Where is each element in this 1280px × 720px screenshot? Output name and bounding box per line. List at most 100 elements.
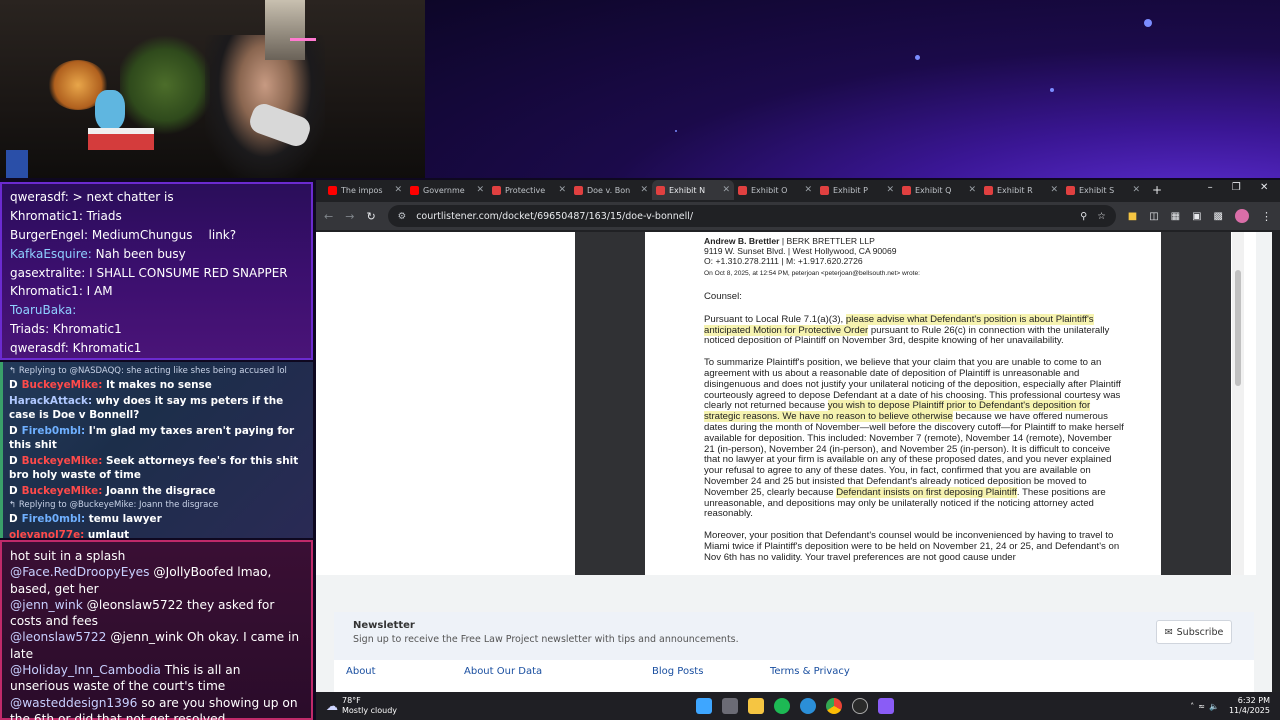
chat-username[interactable]: Khromatic1 [10,284,79,298]
figurine [95,90,125,130]
chat-username[interactable]: @leonslaw5722 [10,630,106,644]
chat-username[interactable]: @wasteddesign1396 [10,696,137,710]
tab-close-icon[interactable]: ✕ [1050,185,1058,195]
tab-close-icon[interactable]: ✕ [968,185,976,195]
reply-icon: ↰ [9,366,19,376]
tab-close-icon[interactable]: ✕ [886,185,894,195]
app-icon[interactable] [878,698,894,714]
folder-icon[interactable]: ■ [1128,211,1137,222]
chat-username[interactable]: qwerasdf [10,341,65,355]
back-icon[interactable]: ← [324,210,333,223]
subscribe-button[interactable]: ✉ Subscribe [1156,620,1232,644]
chat-message-row: D BuckeyeMike: Joann the disgrace [9,485,216,497]
chat-username[interactable]: BuckeyeMike [22,379,99,391]
footer-link[interactable]: About [346,666,376,677]
chat-username[interactable]: qwerasdf [10,190,65,204]
footer-link[interactable]: Terms & Privacy [770,666,850,677]
tab-close-icon[interactable]: ✕ [1132,185,1140,195]
browser-tab[interactable]: Doe v. Bon ✕ [570,180,652,200]
tab-close-icon[interactable]: ✕ [476,185,484,195]
profile-avatar[interactable] [1235,209,1249,223]
chat-message: I AM [86,284,113,299]
sender-firm: | BERK BRETTLER LLP [779,236,875,246]
tab-label: Exhibit P [833,185,868,195]
chat-line: Khromatic1: I AM [10,284,113,299]
sidepanel-icon[interactable]: ▩ [1214,211,1223,222]
new-tab-button[interactable]: + [1152,183,1162,197]
minimize-icon[interactable]: – [1208,182,1213,198]
file-explorer-icon[interactable] [748,698,764,714]
chat-username[interactable]: @Face.RedDroopyEyes [10,565,150,579]
chrome-icon[interactable] [826,698,842,714]
browser-tab[interactable]: Protective ✕ [488,180,570,200]
browser-tab[interactable]: Exhibit N ✕ [652,180,734,200]
browser-tab[interactable]: Exhibit S ✕ [1062,180,1144,200]
window-controls: – ❐ ✕ [1198,182,1278,198]
chat-message: Khromatic1 [72,341,142,356]
chat-username[interactable]: KafkaEsquire [10,247,88,261]
tab-close-icon[interactable]: ✕ [722,185,730,195]
weather-icon: ☁ [326,699,338,713]
forward-icon[interactable]: → [345,210,354,223]
tray-chevron-icon[interactable]: ˄ [1190,702,1194,711]
extension-icon[interactable]: ▦ [1171,211,1180,222]
chat-username[interactable]: Triads [10,322,45,336]
task-view-icon[interactable] [722,698,738,714]
screen: qwerasdf: > next chatter is Khromatic1: T… [0,0,1280,720]
spotify-icon[interactable] [774,698,790,714]
tab-close-icon[interactable]: ✕ [640,185,648,195]
salutation: Counsel: [704,291,742,302]
tab-close-icon[interactable]: ✕ [804,185,812,195]
reload-icon[interactable]: ↻ [366,210,375,223]
puzzle-icon[interactable]: ▣ [1192,211,1201,222]
browser-tab[interactable]: The impos ✕ [324,180,406,200]
browser-tab[interactable]: Exhibit O ✕ [734,180,816,200]
chat-username[interactable]: ToaruBaka [10,303,72,317]
obs-icon[interactable] [852,698,868,714]
chat-message-row: HarackAttack: why does it say ms peters … [9,395,284,421]
address-toolbar: ← → ↻ ⚙ courtlistener.com/docket/6965048… [316,202,1280,230]
tab-close-icon[interactable]: ✕ [394,185,402,195]
footer-link[interactable]: About Our Data [464,666,542,677]
address-bar[interactable]: ⚙ courtlistener.com/docket/69650487/163/… [387,205,1116,227]
mail-icon: ✉ [1164,626,1173,638]
maximize-icon[interactable]: ❐ [1232,182,1241,198]
book-stack [88,128,154,150]
chat-username[interactable]: Fireb0mbl [22,425,81,437]
site-info-icon[interactable]: ⚙ [398,211,407,222]
chat-username[interactable]: @Holiday_Inn_Cambodia [10,663,161,677]
trash-icon[interactable]: ◫ [1149,211,1158,222]
chat-username[interactable]: BuckeyeMike [22,485,99,497]
browser-tab[interactable]: Governme ✕ [406,180,488,200]
clock[interactable]: 6:32 PM 11/4/2025 [1229,696,1270,716]
tab-close-icon[interactable]: ✕ [558,185,566,195]
chat-message: Nah been busy [95,246,186,261]
chat-username[interactable]: Khromatic1 [10,209,79,223]
weather-widget[interactable]: ☁ 78°F Mostly cloudy [316,696,436,716]
pdf-icon [656,185,665,195]
browser-tab[interactable]: Exhibit R ✕ [980,180,1062,200]
chat-username[interactable]: BurgerEngel [10,228,84,242]
zoom-icon[interactable]: ⚲ [1080,211,1087,222]
pdf-icon [492,185,501,195]
browser-tab[interactable]: Exhibit Q ✕ [898,180,980,200]
chat-username[interactable]: BuckeyeMike [22,455,99,467]
chat-username[interactable]: Fireb0mbl [22,513,81,525]
volume-icon[interactable]: 🔈 [1209,702,1219,711]
menu-icon[interactable]: ⋮ [1261,210,1272,223]
edge-icon[interactable] [800,698,816,714]
chat-username[interactable]: olevanol77e [9,529,80,538]
bookmark-star-icon[interactable]: ☆ [1097,211,1106,222]
pdf-scroll-thumb[interactable] [1235,270,1241,386]
footer-link[interactable]: Blog Posts [652,666,703,677]
start-icon[interactable] [696,698,712,714]
wifi-icon[interactable]: ≈ [1198,702,1205,711]
chat-username[interactable]: gasextralite [10,266,81,280]
close-icon[interactable]: ✕ [1260,182,1268,198]
chat-message: umlaut [87,529,130,538]
chat-username[interactable]: @jenn_wink [10,598,83,612]
browser-tab[interactable]: Exhibit P ✕ [816,180,898,200]
chat-username[interactable]: HarackAttack [9,395,88,407]
webcam-feed [0,0,425,178]
taskbar: ☁ 78°F Mostly cloudy ˄ ≈ 🔈 6:32 PM 11/4/… [316,692,1280,720]
